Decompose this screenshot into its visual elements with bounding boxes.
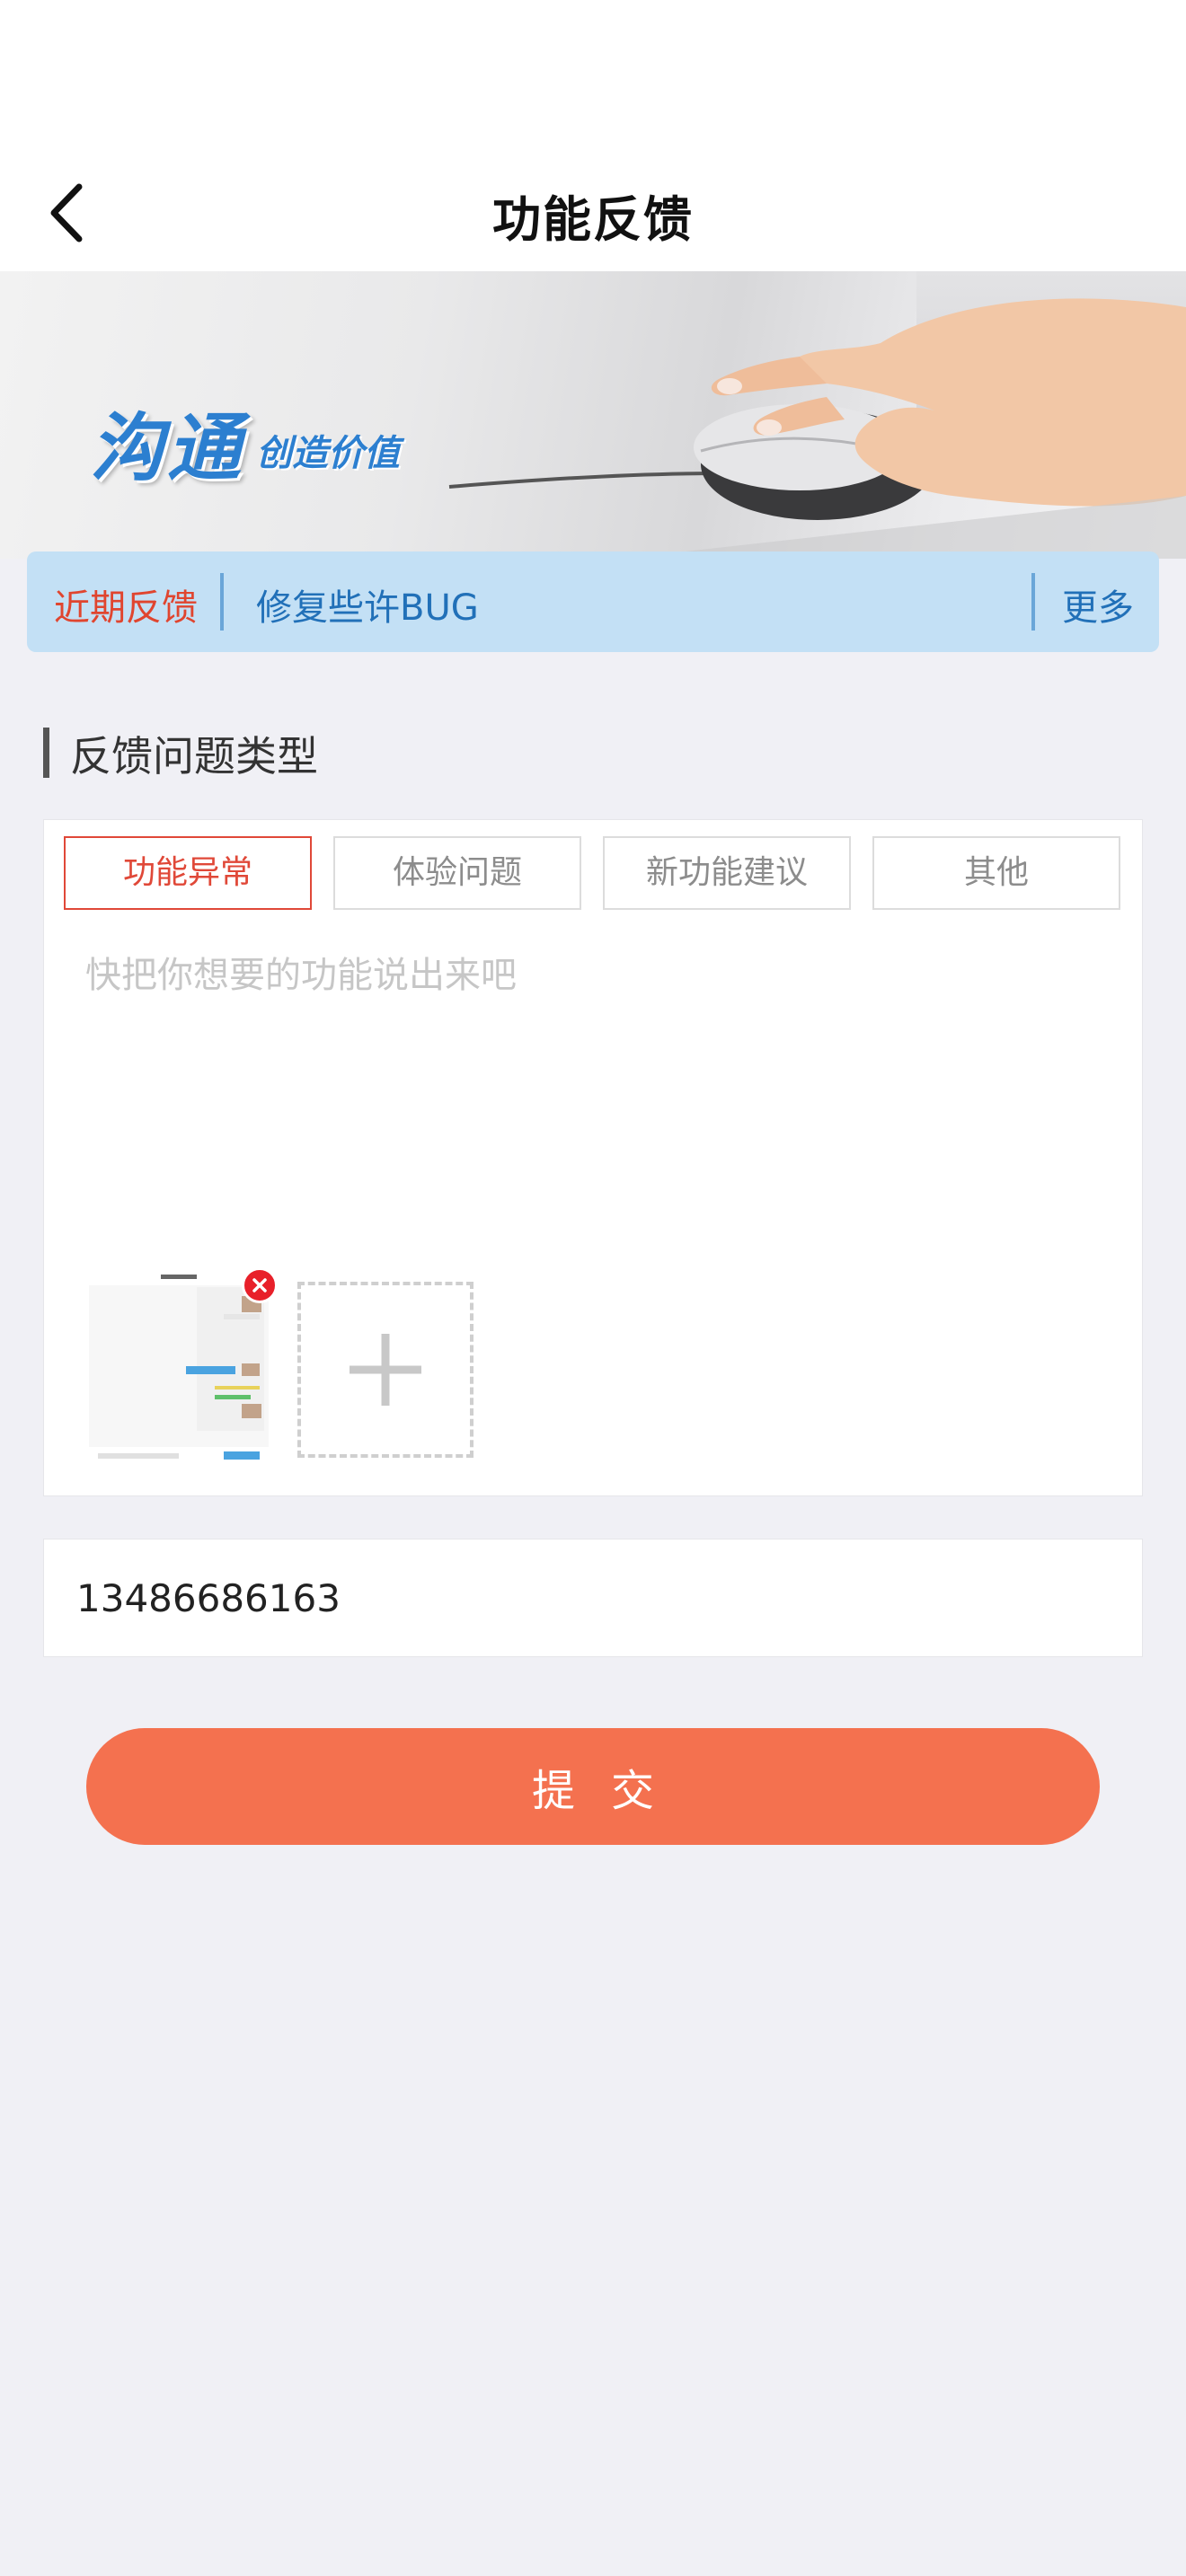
remove-attachment-button[interactable] xyxy=(242,1267,278,1303)
recent-feedback-text[interactable]: 修复些许BUG xyxy=(256,578,479,631)
screenshot-thumbnail-icon xyxy=(89,1269,269,1467)
page-title: 功能反馈 xyxy=(492,191,694,248)
add-image-button[interactable] xyxy=(297,1282,474,1458)
phone-input[interactable] xyxy=(76,1539,1110,1656)
feedback-textarea[interactable] xyxy=(85,946,1101,1125)
type-tab-function-error[interactable]: 功能异常 xyxy=(64,836,312,910)
section-marker xyxy=(43,728,49,778)
type-tab-experience[interactable]: 体验问题 xyxy=(333,836,581,910)
feedback-card: 功能异常 体验问题 新功能建议 其他 xyxy=(43,819,1143,1496)
more-link[interactable]: 更多 xyxy=(1062,578,1134,631)
attachment-thumbnail[interactable] xyxy=(89,1269,269,1467)
divider xyxy=(220,573,224,631)
recent-feedback-label: 近期反馈 xyxy=(54,587,198,629)
submit-button[interactable]: 提交 xyxy=(86,1728,1100,1845)
type-tab-other[interactable]: 其他 xyxy=(872,836,1120,910)
navigation-bar: 功能反馈 xyxy=(0,153,1186,271)
close-icon xyxy=(252,1278,267,1292)
divider xyxy=(1031,573,1035,631)
banner-slogan: 沟通 xyxy=(90,406,244,491)
banner-slogan-sub: 创造价值 xyxy=(256,433,400,474)
section-title: 反馈问题类型 xyxy=(70,732,318,781)
status-bar-area xyxy=(0,0,1186,153)
recent-feedback-bar: 近期反馈 修复些许BUG 更多 xyxy=(27,551,1159,652)
mouse-hand-illustration xyxy=(448,298,1186,559)
contact-field xyxy=(43,1539,1143,1657)
type-tab-new-feature[interactable]: 新功能建议 xyxy=(603,836,851,910)
plus-icon xyxy=(350,1334,421,1406)
banner-image: 沟通 创造价值 xyxy=(0,271,1186,559)
